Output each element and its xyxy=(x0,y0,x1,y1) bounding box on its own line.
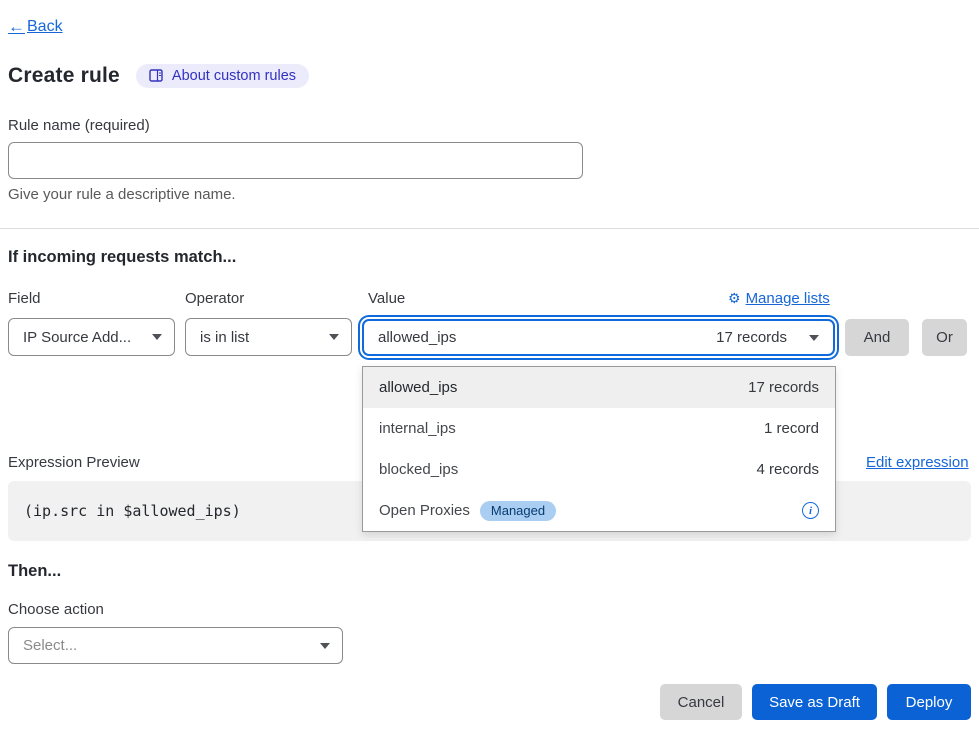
chevron-down-icon xyxy=(809,335,819,341)
expression-preview-label: Expression Preview xyxy=(8,454,140,471)
about-custom-rules-link[interactable]: About custom rules xyxy=(136,64,309,88)
and-button[interactable]: And xyxy=(845,319,909,356)
list-option-name-text: Open Proxies xyxy=(379,502,470,519)
manage-lists-link[interactable]: ⚙ Manage lists xyxy=(728,290,830,307)
rule-name-label: Rule name (required) xyxy=(8,117,150,134)
expression-code: (ip.src in $allowed_ips) xyxy=(24,502,241,520)
back-arrow-icon: ← xyxy=(8,17,25,37)
rule-name-helper: Give your rule a descriptive name. xyxy=(8,186,236,203)
list-option-count: 1 record xyxy=(764,420,819,437)
list-option-allowed-ips[interactable]: allowed_ips 17 records xyxy=(363,367,835,408)
value-label: Value xyxy=(368,290,405,307)
list-option-blocked-ips[interactable]: blocked_ips 4 records xyxy=(363,449,835,490)
value-select-name: allowed_ips xyxy=(378,329,716,346)
rule-name-input[interactable] xyxy=(8,142,583,179)
back-label: Back xyxy=(27,18,63,36)
chevron-down-icon xyxy=(320,643,330,649)
chevron-down-icon xyxy=(329,334,339,340)
list-option-name: allowed_ips xyxy=(379,379,457,396)
list-option-name: blocked_ips xyxy=(379,461,458,478)
chevron-down-icon xyxy=(152,334,162,340)
save-as-draft-button[interactable]: Save as Draft xyxy=(752,684,877,720)
title-row: Create rule About custom rules xyxy=(8,64,309,88)
managed-badge: Managed xyxy=(480,501,556,521)
operator-label: Operator xyxy=(185,290,244,307)
list-option-internal-ips[interactable]: internal_ips 1 record xyxy=(363,408,835,449)
about-badge-label: About custom rules xyxy=(172,68,296,84)
back-link[interactable]: ←Back xyxy=(8,17,63,37)
value-dropdown-menu: allowed_ips 17 records internal_ips 1 re… xyxy=(362,366,836,532)
operator-select[interactable]: is in list xyxy=(185,318,352,356)
value-select[interactable]: allowed_ips 17 records xyxy=(362,319,835,356)
action-select[interactable]: Select... xyxy=(8,627,343,664)
gear-icon: ⚙ xyxy=(728,290,741,307)
page-title: Create rule xyxy=(8,64,120,88)
book-icon xyxy=(149,69,164,83)
value-select-count: 17 records xyxy=(716,329,787,346)
cancel-button[interactable]: Cancel xyxy=(660,684,742,720)
list-option-name: internal_ips xyxy=(379,420,456,437)
info-icon[interactable]: i xyxy=(802,502,819,519)
list-option-count: 4 records xyxy=(756,461,819,478)
edit-expression-link[interactable]: Edit expression xyxy=(866,454,969,471)
section-divider xyxy=(0,228,979,229)
field-label: Field xyxy=(8,290,41,307)
then-heading: Then... xyxy=(8,562,61,581)
field-select[interactable]: IP Source Add... xyxy=(8,318,175,356)
operator-select-value: is in list xyxy=(200,329,249,346)
list-option-name: Open Proxies Managed xyxy=(379,501,556,521)
choose-action-label: Choose action xyxy=(8,601,104,618)
field-select-value: IP Source Add... xyxy=(23,329,131,346)
deploy-button[interactable]: Deploy xyxy=(887,684,971,720)
action-select-placeholder: Select... xyxy=(23,637,77,654)
match-section-heading: If incoming requests match... xyxy=(8,248,236,267)
manage-lists-label: Manage lists xyxy=(746,290,830,307)
list-option-open-proxies[interactable]: Open Proxies Managed i xyxy=(363,490,835,531)
or-button[interactable]: Or xyxy=(922,319,967,356)
list-option-count: 17 records xyxy=(748,379,819,396)
create-rule-page: ←Back Create rule About custom rules Rul… xyxy=(0,0,979,739)
